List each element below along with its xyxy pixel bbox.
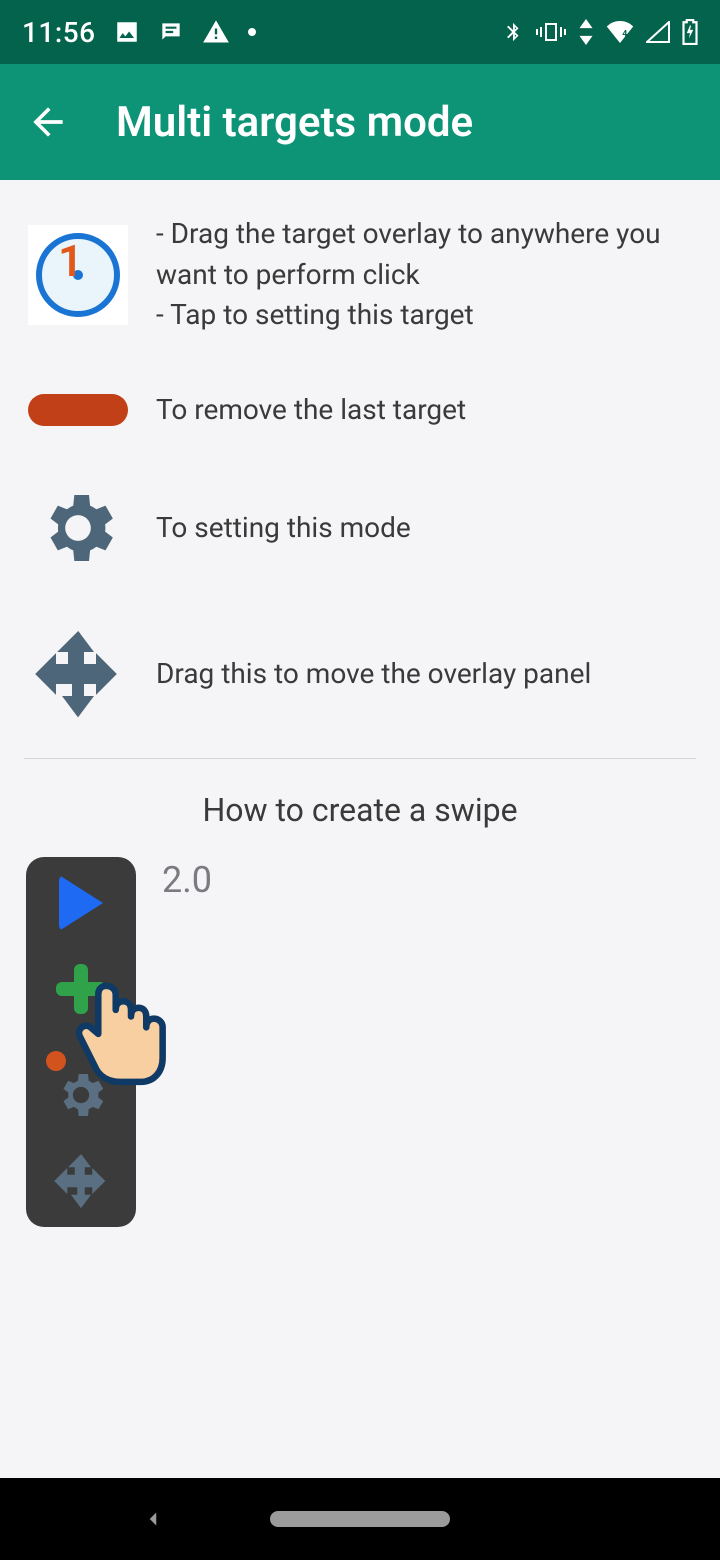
bluetooth-icon xyxy=(502,18,524,46)
app-bar: Multi targets mode xyxy=(0,64,720,180)
wifi-icon: 4 xyxy=(606,21,634,43)
target-number: 1 xyxy=(58,235,83,287)
message-icon xyxy=(158,19,184,45)
content-area: 1 - Drag the target overlay to anywhere … xyxy=(0,180,720,1227)
swipe-heading: How to create a swipe xyxy=(24,791,696,829)
move-icon xyxy=(30,626,126,722)
help-row-settings: To setting this mode xyxy=(24,484,696,572)
play-icon xyxy=(59,875,103,931)
divider xyxy=(24,758,696,759)
back-button[interactable] xyxy=(18,92,78,152)
vibrate-icon xyxy=(536,20,566,44)
remove-pill-icon xyxy=(28,394,128,426)
overlay-panel xyxy=(26,857,136,1227)
panel-move-button[interactable] xyxy=(46,1151,116,1211)
status-bar: 11:56 4 xyxy=(0,0,720,64)
dot-icon xyxy=(248,28,256,36)
help-row-move: Drag this to move the overlay panel xyxy=(24,626,696,722)
help-text-target: - Drag the target overlay to anywhere yo… xyxy=(156,214,696,336)
battery-icon xyxy=(682,19,698,45)
help-row-target: 1 - Drag the target overlay to anywhere … xyxy=(24,214,696,336)
swipe-illustration: 2.0 xyxy=(24,857,696,1227)
panel-move-icon xyxy=(51,1151,111,1211)
nav-back-button[interactable] xyxy=(140,1506,166,1532)
warning-icon xyxy=(202,18,230,46)
signal-icon xyxy=(646,21,670,43)
target-icon: 1 xyxy=(28,225,128,325)
help-text-settings: To setting this mode xyxy=(156,508,696,549)
data-icon xyxy=(578,19,594,45)
status-time: 11:56 xyxy=(22,16,96,49)
system-nav-bar xyxy=(0,1478,720,1560)
image-icon xyxy=(114,19,140,45)
svg-text:4: 4 xyxy=(622,29,628,39)
swipe-version-label: 2.0 xyxy=(162,859,212,901)
nav-home-pill[interactable] xyxy=(270,1511,450,1527)
page-title: Multi targets mode xyxy=(116,98,473,147)
pointer-hand-icon xyxy=(64,975,174,1095)
gear-icon xyxy=(34,484,122,572)
play-button[interactable] xyxy=(46,873,116,933)
help-text-move: Drag this to move the overlay panel xyxy=(156,654,696,695)
help-text-remove: To remove the last target xyxy=(156,390,696,431)
help-row-remove: To remove the last target xyxy=(24,390,696,431)
